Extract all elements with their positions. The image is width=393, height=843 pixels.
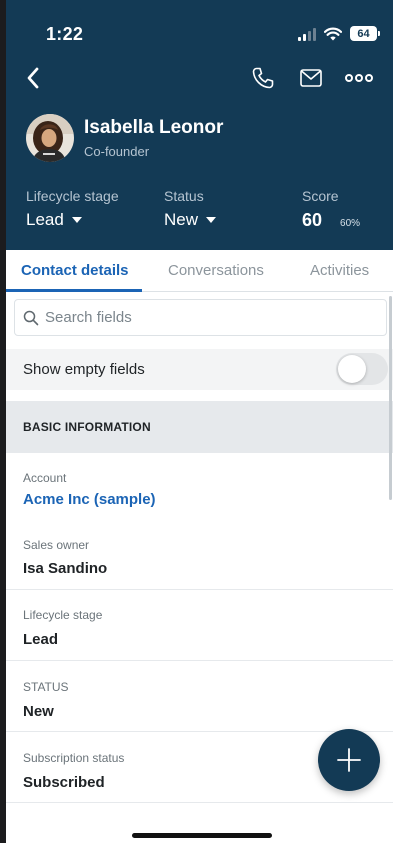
status-value: New [164, 210, 199, 229]
field-label: Subscription status [23, 751, 125, 765]
status-selector[interactable]: Status New [164, 188, 217, 230]
battery-icon: 64 [350, 26, 380, 41]
wifi-icon [324, 27, 342, 40]
field-label: STATUS [23, 680, 69, 694]
scrollbar[interactable] [389, 296, 392, 500]
show-empty-fields-toggle[interactable] [336, 353, 388, 385]
field-value: New [23, 703, 54, 720]
phone-frame: 1:22 64 Isabella Leonor Co-founder Lifec… [0, 0, 393, 843]
avatar [26, 114, 74, 162]
status-dropdown[interactable]: New [164, 210, 217, 230]
field-value: Lead [23, 631, 59, 648]
lifecycle-stage-value: Lead [26, 210, 64, 229]
contact-header: 1:22 64 Isabella Leonor Co-founder Lifec… [6, 0, 393, 250]
score-percent: 60% [340, 218, 361, 229]
contact-title: Co-founder [84, 144, 150, 159]
field-label: Lifecycle stage [23, 608, 103, 622]
add-button[interactable] [318, 729, 380, 791]
status-indicators: 64 [298, 26, 380, 41]
account-link[interactable]: Acme Inc (sample) [23, 491, 156, 508]
plus-icon [337, 748, 361, 772]
field-label: Sales owner [23, 538, 90, 552]
more-icon[interactable] [342, 66, 376, 90]
lifecycle-stage-label: Lifecycle stage [26, 188, 119, 204]
signal-icon [298, 27, 316, 41]
section-header: BASIC INFORMATION [6, 401, 393, 453]
tab-bar: Contact details Conversations Activities [6, 250, 393, 292]
score-value: 60 [302, 210, 323, 230]
show-empty-fields-row: Show empty fields [6, 349, 393, 390]
mail-icon[interactable] [298, 66, 324, 90]
active-tab-indicator [6, 289, 142, 292]
section-title: BASIC INFORMATION [23, 420, 151, 434]
caret-down-icon [206, 217, 217, 223]
field-value: Subscribed [23, 774, 105, 791]
score-display: 60 60% [302, 210, 360, 231]
status-label: Status [164, 188, 204, 204]
field-label: Account [23, 471, 67, 485]
phone-icon[interactable] [250, 65, 276, 91]
search-box[interactable] [14, 299, 387, 336]
score-block: Score 60 60% [302, 188, 360, 231]
back-icon[interactable] [20, 64, 48, 92]
score-label: Score [302, 188, 339, 204]
show-empty-fields-label: Show empty fields [23, 361, 145, 378]
search-icon [23, 310, 39, 325]
nav-bar [6, 58, 393, 98]
tab-conversations[interactable]: Conversations [168, 262, 264, 279]
field-status: STATUS New [6, 661, 393, 732]
tab-contact-details[interactable]: Contact details [21, 262, 129, 279]
field-sales-owner: Sales owner Isa Sandino [6, 520, 393, 590]
app-screen: 1:22 64 Isabella Leonor Co-founder Lifec… [6, 0, 393, 843]
home-indicator [132, 833, 272, 838]
contact-name: Isabella Leonor [84, 117, 224, 138]
lifecycle-stage-selector[interactable]: Lifecycle stage Lead [26, 188, 119, 230]
status-time: 1:22 [46, 24, 84, 44]
field-value: Isa Sandino [23, 560, 108, 577]
caret-down-icon [71, 217, 82, 223]
tab-activities[interactable]: Activities [310, 262, 369, 279]
lifecycle-stage-dropdown[interactable]: Lead [26, 210, 119, 230]
field-account: Account Acme Inc (sample) [6, 453, 393, 520]
field-lifecycle-stage: Lifecycle stage Lead [6, 590, 393, 661]
search-input[interactable] [45, 309, 365, 326]
